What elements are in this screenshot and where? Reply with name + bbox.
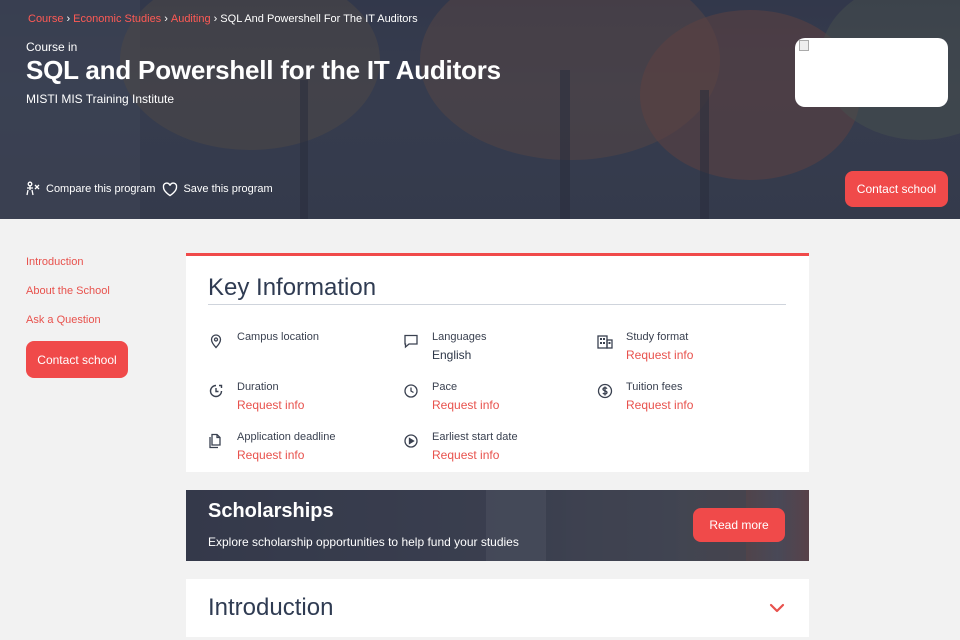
breadcrumb-separator: › bbox=[213, 13, 218, 25]
divider bbox=[208, 304, 786, 305]
school-name[interactable]: MISTI MIS Training Institute bbox=[26, 92, 174, 106]
info-value-link[interactable]: Request info bbox=[237, 448, 304, 462]
info-value-link[interactable]: Request info bbox=[432, 398, 499, 412]
clock-icon bbox=[403, 383, 419, 399]
info-study-format: Study format Request info bbox=[597, 331, 787, 365]
info-duration: Duration Request info bbox=[208, 381, 398, 415]
chat-bubble-icon bbox=[403, 333, 419, 349]
save-program-button[interactable]: Save this program bbox=[162, 181, 273, 197]
read-more-button[interactable]: Read more bbox=[693, 508, 785, 542]
breadcrumb-link[interactable]: Course bbox=[28, 13, 63, 25]
info-tuition-fees: Tuition fees Request info bbox=[597, 381, 787, 415]
course-eyebrow: Course in bbox=[26, 40, 78, 54]
sidebar-item-introduction[interactable]: Introduction bbox=[26, 256, 110, 269]
compare-icon bbox=[25, 181, 41, 197]
introduction-section[interactable]: Introduction bbox=[186, 579, 809, 637]
duration-icon bbox=[208, 383, 224, 399]
info-application-deadline: Application deadline Request info bbox=[208, 431, 398, 465]
info-earliest-start-date: Earliest start date Request info bbox=[403, 431, 593, 465]
key-information-card: Key Information Campus location Language… bbox=[186, 253, 809, 472]
dollar-icon bbox=[597, 383, 613, 399]
heart-icon bbox=[162, 181, 178, 197]
chevron-down-icon[interactable] bbox=[769, 601, 785, 613]
hero-banner: Course › Economic Studies › Auditing › SQL And… bbox=[0, 0, 960, 219]
info-languages: Languages English bbox=[403, 331, 593, 365]
documents-icon bbox=[208, 433, 224, 449]
info-label: Pace bbox=[432, 381, 458, 393]
info-value: English bbox=[432, 348, 472, 362]
scholarships-title: Scholarships bbox=[208, 500, 334, 522]
compare-label: Compare this program bbox=[46, 183, 156, 195]
scholarships-subtitle: Explore scholarship opportunities to hel… bbox=[208, 535, 519, 549]
breadcrumb-current: SQL And Powershell For The IT Auditors bbox=[220, 13, 418, 25]
info-pace: Pace Request info bbox=[403, 381, 593, 415]
info-label: Duration bbox=[237, 381, 279, 393]
info-label: Languages bbox=[432, 331, 487, 343]
info-label: Application deadline bbox=[237, 431, 336, 443]
play-icon bbox=[403, 433, 419, 449]
key-information-title: Key Information bbox=[208, 274, 377, 301]
breadcrumb-link[interactable]: Economic Studies bbox=[73, 13, 161, 25]
location-pin-icon bbox=[208, 333, 224, 349]
info-value-link[interactable]: Request info bbox=[237, 398, 304, 412]
page-title: SQL and Powershell for the IT Auditors bbox=[26, 55, 501, 85]
contact-school-button[interactable]: Contact school bbox=[845, 171, 948, 207]
broken-image-icon bbox=[799, 40, 809, 51]
info-value-link[interactable]: Request info bbox=[432, 448, 499, 462]
info-value-link[interactable]: Request info bbox=[626, 348, 693, 362]
info-label: Study format bbox=[626, 331, 689, 343]
save-label: Save this program bbox=[183, 183, 273, 195]
school-logo[interactable] bbox=[795, 38, 948, 107]
breadcrumb-separator: › bbox=[164, 13, 168, 25]
hero-actions: Compare this program Save this program bbox=[25, 181, 280, 197]
building-icon bbox=[597, 333, 613, 349]
sidebar-contact-school-button[interactable]: Contact school bbox=[26, 341, 128, 378]
info-value-link[interactable]: Request info bbox=[626, 398, 693, 412]
breadcrumb-link[interactable]: Auditing bbox=[171, 13, 211, 25]
breadcrumb: Course › Economic Studies › Auditing › SQL And… bbox=[28, 13, 418, 25]
info-label: Campus location bbox=[237, 331, 319, 343]
breadcrumb-separator: › bbox=[66, 13, 71, 25]
info-label: Earliest start date bbox=[432, 431, 518, 443]
compare-program-button[interactable]: Compare this program bbox=[25, 181, 155, 197]
info-label: Tuition fees bbox=[626, 381, 683, 393]
introduction-title: Introduction bbox=[208, 594, 334, 621]
sidebar-item-about-school[interactable]: About the School bbox=[26, 285, 110, 298]
sidebar-nav: Introduction About the School Ask a Ques… bbox=[26, 256, 110, 343]
scholarships-banner: Scholarships Explore scholarship opportu… bbox=[186, 490, 809, 561]
sidebar-item-ask-question[interactable]: Ask a Question bbox=[26, 314, 110, 327]
info-campus-location: Campus location bbox=[208, 331, 398, 365]
